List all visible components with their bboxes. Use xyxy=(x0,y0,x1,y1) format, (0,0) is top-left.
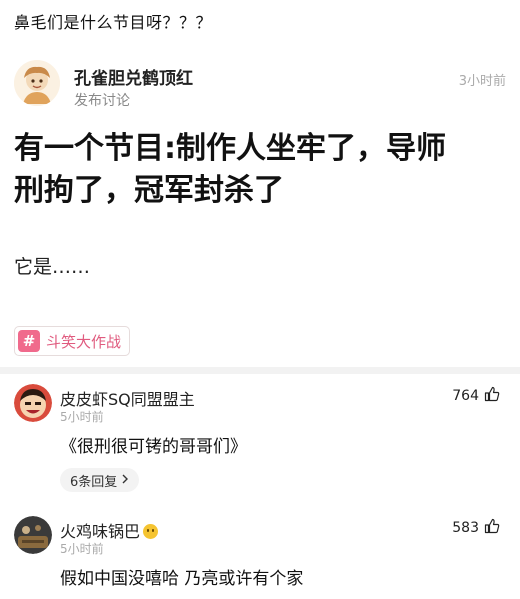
comment-timestamp: 5小时前 xyxy=(60,410,104,424)
post-body-line: 有一个节目:制作人坐牢了，导师 xyxy=(14,131,446,166)
post-body-line: 刑拘了，冠军封杀了 xyxy=(14,173,284,208)
like-button[interactable]: 583 xyxy=(452,518,500,538)
comment-text: 假如中国没嘻哈 乃亮或许有个家 xyxy=(60,569,304,589)
post-author-name[interactable]: 孔雀胆兑鹤顶红 xyxy=(74,64,193,89)
topic-tag[interactable]: # 斗笑大作战 xyxy=(14,326,131,356)
post-header: 孔雀胆兑鹤顶红 发布讨论 3小时前 xyxy=(14,60,508,116)
commenter-avatar[interactable] xyxy=(14,516,52,554)
commenter-name[interactable]: 火鸡味锅巴 xyxy=(60,518,159,542)
post-timestamp: 3小时前 xyxy=(458,74,506,89)
like-count: 583 xyxy=(452,520,479,536)
thumbs-up-icon xyxy=(484,386,500,406)
chevron-right-icon xyxy=(121,473,129,488)
topic-tag-label: 斗笑大作战 xyxy=(46,332,122,351)
thumbs-up-icon xyxy=(484,518,500,538)
comment-item: 火鸡味锅巴 5小时前 583 假如中国没嘻哈 乃亮或许有个家 xyxy=(14,516,508,596)
page-caption: 鼻毛们是什么节目呀？？？ xyxy=(14,13,213,32)
like-button[interactable]: 764 xyxy=(452,386,500,406)
post-body: 有一个节目:制作人坐牢了，导师 刑拘了，冠军封杀了 xyxy=(14,128,508,212)
author-avatar[interactable] xyxy=(14,60,60,106)
replies-label: 6条回复 xyxy=(70,474,118,490)
hashtag-icon: # xyxy=(18,330,40,352)
post-action-label: 发布讨论 xyxy=(74,93,130,109)
comment-text: 《很刑很可铐的哥哥们》 xyxy=(60,437,247,457)
commenter-name[interactable]: 皮皮虾SQ同盟盟主 xyxy=(60,386,195,410)
commenter-name-text: 火鸡味锅巴 xyxy=(60,522,141,541)
commenter-avatar[interactable] xyxy=(14,384,52,422)
comment-timestamp: 5小时前 xyxy=(60,542,104,556)
post-body-continuation: 它是…… xyxy=(14,256,91,278)
section-divider xyxy=(0,367,520,374)
like-count: 764 xyxy=(452,388,479,404)
smiley-icon xyxy=(143,524,159,539)
view-replies-button[interactable]: 6条回复 xyxy=(60,468,140,492)
